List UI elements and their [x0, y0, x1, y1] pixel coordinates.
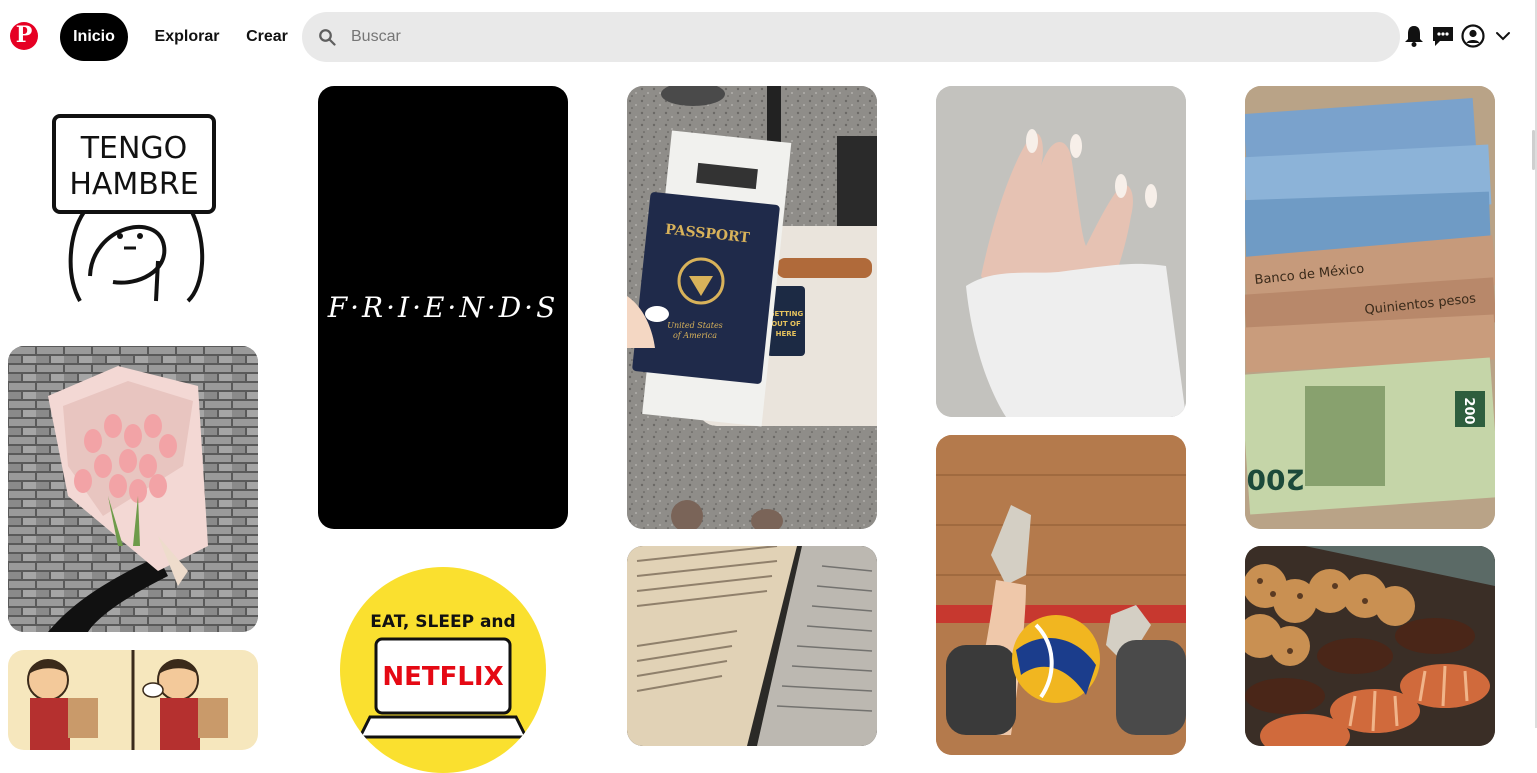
- sign-line-2: HAMBRE: [69, 167, 198, 202]
- pin-passport-travel[interactable]: GETTING OUT OF HERE PASSPORT United Stat…: [627, 86, 877, 529]
- pin-friends-logo[interactable]: F·R·I·E·N·D·S: [318, 86, 568, 529]
- home-tab[interactable]: Inicio: [60, 13, 128, 61]
- profile-icon[interactable]: [1460, 23, 1486, 49]
- pin-cartoon-comic[interactable]: [8, 650, 258, 750]
- pin-pastries[interactable]: [1245, 546, 1495, 746]
- netflix-sticker-line-1: EAT, SLEEP and: [370, 612, 515, 632]
- luggage-tag-line-3: HERE: [776, 330, 797, 338]
- banknote-value-bottom: 200: [1247, 463, 1305, 496]
- pin-volleyball[interactable]: [936, 435, 1186, 755]
- pin-nails-hand[interactable]: [936, 86, 1186, 417]
- pin-tulip-bouquet[interactable]: [8, 346, 258, 632]
- sign-line-1: TENGO: [80, 131, 188, 166]
- explore-tab[interactable]: Explorar: [146, 13, 228, 61]
- logo-letter: P: [15, 22, 33, 48]
- pinterest-logo-icon[interactable]: P: [10, 22, 38, 50]
- bell-icon[interactable]: [1401, 23, 1427, 49]
- friends-title: F·R·I·E·N·D·S: [327, 291, 559, 324]
- search-icon: [319, 29, 336, 46]
- netflix-brand: NETFLIX: [382, 662, 503, 692]
- search-bar[interactable]: [302, 12, 1400, 62]
- create-tab[interactable]: Crear: [238, 13, 296, 61]
- pin-mexican-pesos[interactable]: Banco de México Quinientos pesos 200 200: [1245, 86, 1495, 529]
- messages-icon[interactable]: [1430, 23, 1456, 49]
- pin-open-book[interactable]: [627, 546, 877, 746]
- scrollbar-thumb[interactable]: [1532, 130, 1535, 170]
- pin-tengo-hambre[interactable]: TENGO HAMBRE: [8, 86, 258, 330]
- passport-country-line-2: of America: [673, 331, 717, 340]
- pin-netflix-sticker[interactable]: EAT, SLEEP and NETFLIX: [340, 567, 546, 773]
- top-nav-bar: P Inicio Explorar Crear: [0, 0, 1537, 74]
- chevron-down-icon[interactable]: [1490, 23, 1516, 49]
- luggage-tag-line-1: GETTING: [769, 310, 804, 318]
- banknote-value-side: 200: [1461, 397, 1476, 424]
- passport-country-line-1: United States: [667, 321, 723, 330]
- search-input[interactable]: [349, 27, 1353, 47]
- luggage-tag-line-2: OUT OF: [771, 320, 801, 328]
